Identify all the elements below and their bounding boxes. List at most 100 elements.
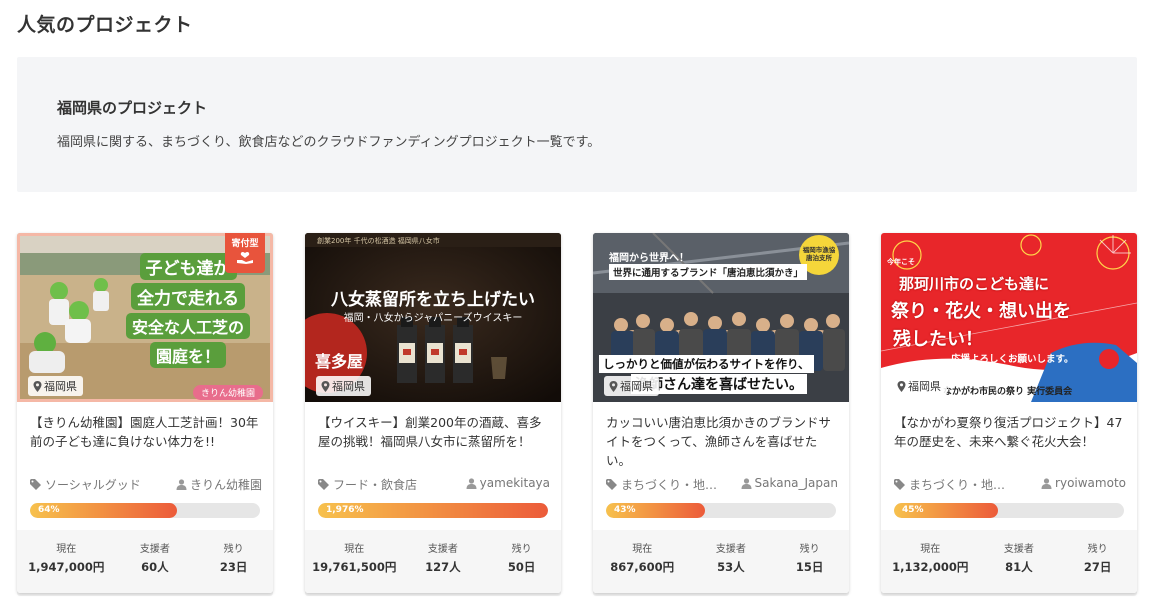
category-label: フード・飲食店: [333, 478, 418, 492]
project-title[interactable]: 【なかがわ夏祭り復活プロジェクト】47年の歴史を、未来へ繋ぐ花火大会！: [894, 413, 1126, 451]
category-label: まちづくり・地…: [621, 478, 718, 492]
thumb-tag: なかがわ市民の祭り 実行委員会: [943, 387, 1073, 397]
stat-supporters: 支援者 81人: [979, 530, 1058, 593]
funding-progress-bar: 43%: [606, 503, 836, 518]
category-label: まちづくり・地…: [909, 478, 1006, 492]
funding-progress-bar: 45%: [894, 503, 1124, 518]
thumb-caption: 福岡・八女からジャパニーズウイスキー: [343, 313, 523, 324]
thumb-caption: しっかりと価値が伝わるサイトを作り、: [599, 355, 814, 373]
stat-remaining: 残り 15日: [770, 530, 849, 593]
thumb-caption: 安全な人工芝の: [125, 313, 250, 339]
tag-icon: [606, 479, 617, 490]
thumb-tag: きりん幼稚園: [192, 385, 263, 400]
page-title: 人気のプロジェクト: [17, 14, 193, 36]
thumb-caption: 応援よろしくお願いします。: [951, 354, 1074, 365]
stat-value: 19,761,500円: [312, 560, 397, 574]
category-link[interactable]: まちづくり・地…: [606, 476, 717, 493]
thumb-caption: 祭り・花火・想い出を: [891, 301, 1071, 322]
stat-value: 60人: [141, 560, 169, 574]
category-link[interactable]: まちづくり・地…: [894, 476, 1005, 493]
stat-label: 現在: [632, 544, 653, 555]
stat-value: 867,600円: [610, 560, 675, 574]
funding-progress-label: 1,976%: [326, 505, 364, 515]
owner-label: Sakana_Japan: [754, 476, 839, 490]
stat-current: 現在 1,132,000円: [881, 530, 979, 593]
project-title[interactable]: 【きりん幼稚園】園庭人工芝計画！30年前の子ども達に負けない体力を!!: [30, 413, 262, 451]
funding-progress-label: 43%: [614, 505, 636, 515]
donation-type-badge: 寄付型: [225, 233, 265, 273]
thumb-header: 創業200年 千代の松酒造 福岡県八女市: [317, 237, 440, 245]
owner-link[interactable]: ryoiwamoto: [1041, 476, 1126, 490]
stat-label: 支援者: [715, 544, 746, 555]
owner-link[interactable]: きりん幼稚園: [176, 476, 262, 493]
category-label: ソーシャルグッド: [45, 478, 141, 492]
thumb-caption: 福岡から世界へ！: [609, 253, 689, 264]
thumb-caption: 残したい！: [893, 329, 983, 350]
location-badge: 福岡県: [604, 376, 659, 396]
project-title[interactable]: カッコいい唐泊恵比須かきのブランドサイトをつくって、漁師さんを喜ばせたい。: [606, 413, 838, 470]
project-stats: 現在 19,761,500円 支援者 127人 残り 50日: [305, 530, 561, 593]
stat-value: 81人: [1005, 560, 1033, 574]
project-stats: 現在 1,132,000円 支援者 81人 残り 27日: [881, 530, 1137, 593]
location-label: 福岡県: [44, 380, 77, 393]
location-badge: 福岡県: [892, 376, 947, 396]
thumb-tag: 福岡市漁協 唐泊支所: [802, 246, 836, 262]
thumb-caption: 園庭を！: [149, 342, 226, 368]
project-card[interactable]: 創業200年 千代の松酒造 福岡県八女市 八女蒸留所を立ち上げたい 福岡・八女か…: [305, 233, 561, 593]
stat-current: 現在 1,947,000円: [17, 530, 115, 593]
stat-remaining: 残り 50日: [482, 530, 561, 593]
project-card[interactable]: 今年こそ 那珂川市のこども達に 祭り・花火・想い出を 残したい！ 応援よろしくお…: [881, 233, 1137, 593]
project-card[interactable]: 子ども達が 全力で走れる 安全な人工芝の 園庭を！ きりん幼稚園 寄付型 福岡県…: [17, 233, 273, 593]
thumb-caption: 子ども達が: [139, 253, 237, 280]
prefecture-description: 福岡県に関する、まちづくり、飲食店などのクラウドファンディングプロジェクト一覧で…: [57, 135, 601, 150]
stat-remaining: 残り 27日: [1058, 530, 1137, 593]
stat-value: 27日: [1083, 560, 1112, 574]
funding-progress-bar: 1,976%: [318, 503, 548, 518]
thumb-caption: 世界に通用するブランド「唐泊恵比須かき」: [609, 264, 808, 280]
project-thumbnail[interactable]: 今年こそ 那珂川市のこども達に 祭り・花火・想い出を 残したい！ 応援よろしくお…: [881, 233, 1137, 402]
category-link[interactable]: ソーシャルグッド: [30, 476, 141, 493]
project-stats: 現在 867,600円 支援者 53人 残り 15日: [593, 530, 849, 593]
project-stats: 現在 1,947,000円 支援者 60人 残り 23日: [17, 530, 273, 593]
stat-value: 53人: [717, 560, 745, 574]
category-link[interactable]: フード・飲食店: [318, 476, 417, 493]
stat-label: 現在: [56, 544, 77, 555]
project-card-list: 子ども達が 全力で走れる 安全な人工芝の 園庭を！ きりん幼稚園 寄付型 福岡県…: [17, 233, 1137, 593]
stat-remaining: 残り 23日: [194, 530, 273, 593]
owner-link[interactable]: Sakana_Japan: [741, 476, 839, 490]
tag-icon: [318, 479, 329, 490]
stat-label: 支援者: [427, 544, 458, 555]
thumb-caption: 那珂川市のこども達に: [899, 275, 1050, 293]
donation-type-label: 寄付型: [231, 239, 259, 249]
thumb-tag: 喜多屋: [315, 352, 364, 371]
map-pin-icon: [609, 380, 618, 392]
project-title[interactable]: 【ウイスキー】創業200年の酒蔵、喜多屋の挑戦！福岡県八女市に蒸留所を！: [318, 413, 550, 451]
thumb-caption: 全力で走れる: [131, 283, 245, 310]
project-thumbnail[interactable]: 子ども達が 全力で走れる 安全な人工芝の 園庭を！ きりん幼稚園 寄付型 福岡県: [17, 233, 273, 402]
stat-supporters: 支援者 53人: [691, 530, 770, 593]
project-thumbnail[interactable]: 福岡から世界へ！ 世界に通用するブランド「唐泊恵比須かき」 福岡市漁協 唐泊支所…: [593, 233, 849, 402]
user-icon: [1041, 477, 1052, 489]
project-thumbnail[interactable]: 創業200年 千代の松酒造 福岡県八女市 八女蒸留所を立ち上げたい 福岡・八女か…: [305, 233, 561, 402]
funding-progress-bar: 64%: [30, 503, 260, 518]
project-card[interactable]: 福岡から世界へ！ 世界に通用するブランド「唐泊恵比須かき」 福岡市漁協 唐泊支所…: [593, 233, 849, 593]
tag-icon: [894, 479, 905, 490]
map-pin-icon: [321, 380, 330, 392]
tag-icon: [30, 479, 41, 490]
owner-label: yamekitaya: [479, 476, 550, 490]
user-icon: [741, 477, 751, 489]
thumb-caption: 八女蒸留所を立ち上げたい: [331, 290, 535, 310]
funding-progress-label: 64%: [38, 505, 60, 515]
owner-link[interactable]: yamekitaya: [466, 476, 550, 490]
stat-value: 1,132,000円: [892, 560, 969, 574]
location-label: 福岡県: [332, 380, 365, 393]
stat-current: 現在 867,600円: [593, 530, 691, 593]
stat-value: 1,947,000円: [28, 560, 105, 574]
user-icon: [176, 479, 187, 490]
prefecture-intro: 福岡県のプロジェクト 福岡県に関する、まちづくり、飲食店などのクラウドファンディ…: [17, 57, 1137, 192]
owner-label: ryoiwamoto: [1055, 476, 1126, 490]
hand-heart-icon: [237, 251, 253, 264]
map-pin-icon: [33, 380, 42, 392]
map-pin-icon: [897, 380, 906, 392]
stat-label: 残り: [1087, 544, 1108, 555]
